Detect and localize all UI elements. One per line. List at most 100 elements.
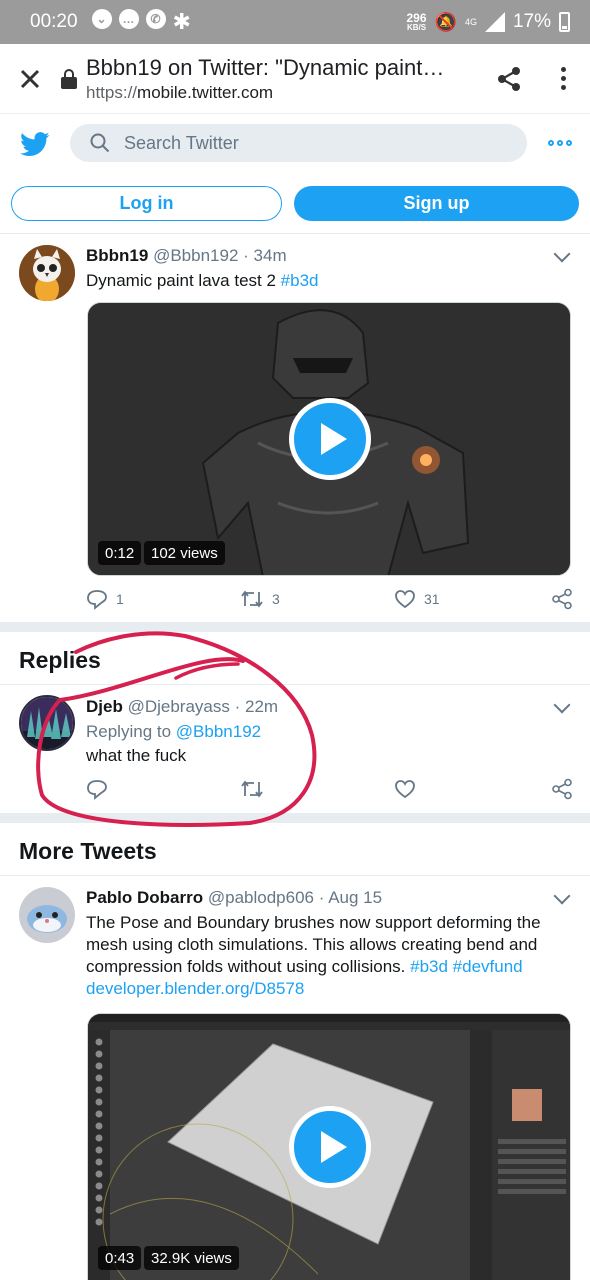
tweet-actions (86, 778, 576, 802)
video-player[interactable]: 0:12 102 views (87, 302, 571, 576)
lock-icon (60, 68, 78, 89)
retweet-count: 3 (272, 591, 280, 607)
tweet-text: Dynamic paint lava test 2 #b3d (86, 271, 319, 290)
author-name[interactable]: Pablo Dobarro (86, 888, 203, 907)
battery-level: 17% (512, 11, 551, 32)
battery-icon (559, 12, 570, 32)
status-bar: 00:20 ⌄ … ✆ ✱ 296 KB/S 🔕 4G 17% (0, 0, 590, 44)
notification-app-icon: ⌄ (91, 9, 112, 29)
search-placeholder: Search Twitter (124, 132, 239, 153)
close-icon (20, 69, 40, 88)
tweet-time[interactable]: 34m (254, 246, 287, 265)
avatar[interactable] (19, 695, 75, 751)
share-tweet-button[interactable] (551, 778, 573, 800)
heart-icon (395, 590, 415, 609)
retweet-icon (241, 590, 263, 608)
signup-button[interactable]: Sign up (294, 186, 579, 221)
hashtag-link[interactable]: #b3d (410, 957, 448, 976)
reply-tweet[interactable]: Djeb @Djebrayass · 22m Replying to @Bbbn… (0, 685, 590, 813)
signal-icon (484, 12, 505, 32)
pufferfish-avatar-image (19, 887, 75, 943)
chevron-down-icon[interactable] (553, 696, 571, 714)
status-time: 00:20 (30, 11, 78, 32)
twitter-logo[interactable] (0, 131, 70, 157)
share-tweet-button[interactable] (551, 588, 573, 610)
reply-icon (87, 780, 107, 800)
reply-icon (87, 590, 107, 610)
author-handle[interactable]: @Bbbn192 (153, 246, 238, 265)
replies-heading: Replies (19, 647, 101, 673)
owl-avatar-image (19, 245, 75, 301)
tweet-text: what the fuck (86, 746, 187, 765)
author-handle[interactable]: @Djebrayass (128, 697, 230, 716)
hashtag-link[interactable]: #b3d (281, 271, 319, 290)
chevron-down-icon[interactable] (553, 245, 571, 263)
share-icon (498, 66, 520, 91)
like-button[interactable] (394, 778, 416, 800)
section-separator (0, 622, 590, 632)
video-views-badge: 32.9K views (144, 1246, 239, 1270)
reply-button[interactable] (86, 778, 108, 800)
notification-icons: ⌄ … ✆ ✱ (91, 9, 191, 35)
tweet-header: Bbbn19 @Bbbn192 · 34m (86, 246, 287, 265)
video-views-badge: 102 views (144, 541, 225, 565)
more-options-icon[interactable] (548, 140, 572, 146)
video-duration-badge: 0:12 (98, 541, 142, 565)
play-button[interactable] (289, 1106, 371, 1188)
settings-gear-icon: ✱ (172, 9, 191, 34)
search-icon (90, 133, 110, 153)
browser-toolbar: Bbbn19 on Twitter: "Dynamic paint… https… (0, 44, 590, 114)
heart-icon (395, 780, 415, 799)
video-duration-badge: 0:43 (98, 1246, 142, 1270)
tweet-actions: 1 3 31 (86, 588, 576, 612)
retweet-button[interactable]: 3 (240, 588, 280, 610)
section-separator (0, 813, 590, 823)
retweet-icon (241, 780, 263, 798)
login-button[interactable]: Log in (11, 186, 282, 221)
like-button[interactable]: 31 (394, 588, 440, 610)
twitter-header: Search Twitter (0, 114, 590, 174)
reply-count: 1 (116, 591, 124, 607)
mention-link[interactable]: @Bbbn192 (176, 722, 261, 741)
mute-icon: 🔕 (434, 11, 457, 32)
main-tweet[interactable]: Bbbn19 @Bbbn192 · 34m Dynamic paint lava… (0, 234, 590, 622)
tweet-text: The Pose and Boundary brushes now suppor… (86, 913, 541, 998)
chevron-down-icon[interactable] (553, 887, 571, 905)
share-icon (552, 778, 572, 800)
forest-avatar-image (21, 697, 73, 749)
share-icon (552, 588, 572, 610)
tweet-time[interactable]: 22m (245, 697, 278, 716)
more-tweets-heading: More Tweets (19, 838, 157, 864)
page-url: https://mobile.twitter.com (86, 82, 274, 102)
tweet-header: Djeb @Djebrayass · 22m (86, 697, 279, 716)
url-display[interactable]: Bbbn19 on Twitter: "Dynamic paint… https… (86, 55, 482, 103)
tweet-time[interactable]: Aug 15 (328, 888, 382, 907)
more-vert-icon (560, 67, 566, 90)
avatar[interactable] (19, 245, 75, 301)
replying-to: Replying to @Bbbn192 (86, 722, 262, 741)
twitter-bird-icon (20, 131, 50, 156)
author-name[interactable]: Bbbn19 (86, 246, 148, 265)
retweet-button[interactable] (240, 778, 264, 800)
author-handle[interactable]: @pablodp606 (208, 888, 314, 907)
avatar[interactable] (19, 887, 75, 943)
hashtag-link[interactable]: #devfund (453, 957, 523, 976)
network-type: 4G (464, 17, 477, 27)
message-icon: … (118, 9, 139, 29)
tweet-header: Pablo Dobarro @pablodp606 · Aug 15 (86, 888, 383, 907)
search-input[interactable]: Search Twitter (70, 124, 527, 162)
play-button[interactable] (289, 398, 371, 480)
author-name[interactable]: Djeb (86, 697, 123, 716)
page-title: Bbbn19 on Twitter: "Dynamic paint… (86, 54, 445, 80)
auth-buttons: Log in Sign up (0, 186, 590, 222)
suggested-tweet[interactable]: Pablo Dobarro @pablodp606 · Aug 15 The P… (0, 876, 590, 1280)
whatsapp-icon: ✆ (145, 9, 166, 29)
reply-button[interactable]: 1 (86, 588, 124, 610)
network-speed: 296 KB/S (406, 11, 427, 32)
video-player[interactable]: 0:43 32.9K views (87, 1013, 571, 1280)
close-tab-button[interactable] (0, 44, 60, 114)
like-count: 31 (424, 591, 440, 607)
share-button[interactable] (482, 44, 536, 114)
url-link[interactable]: developer.blender.org/D8578 (86, 979, 304, 998)
browser-menu-button[interactable] (536, 44, 590, 114)
